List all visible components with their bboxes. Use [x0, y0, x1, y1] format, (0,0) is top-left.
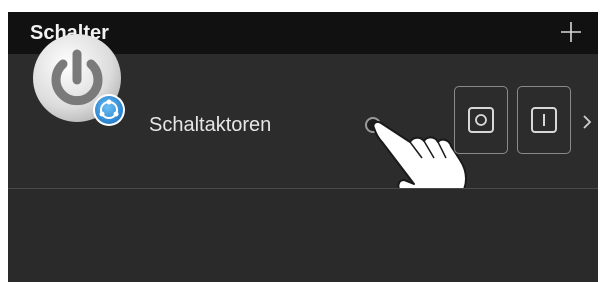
bar-icon	[531, 107, 557, 133]
app-screen: Schalter Schaltaktoren	[8, 12, 598, 282]
power-icon	[33, 34, 125, 126]
share-icon	[93, 94, 125, 126]
switch-off-button[interactable]	[454, 86, 508, 154]
circle-icon	[468, 107, 494, 133]
empty-list-area	[8, 189, 598, 282]
add-icon[interactable]	[560, 21, 582, 43]
chevron-right-icon[interactable]	[581, 114, 593, 130]
switch-on-button[interactable]	[517, 86, 571, 154]
device-row-label: Schaltaktoren	[149, 114, 272, 136]
